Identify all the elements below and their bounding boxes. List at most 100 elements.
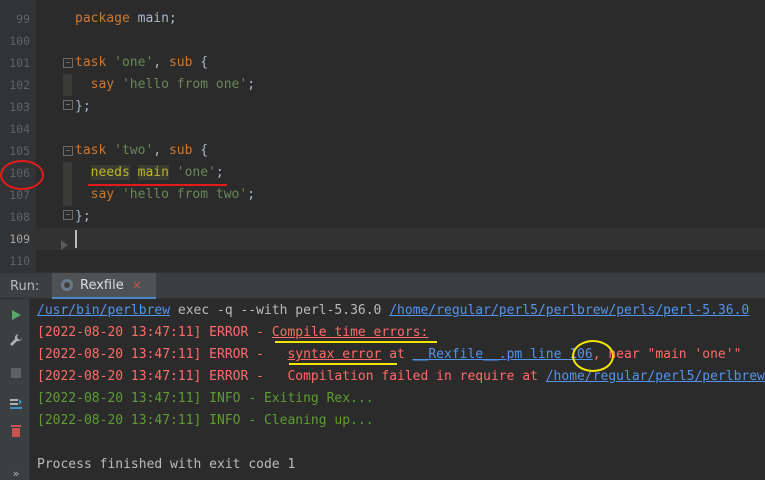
fold-close-icon[interactable]: −: [63, 210, 73, 220]
red-underline-annotation: [88, 184, 227, 186]
indent-guide: [63, 74, 72, 96]
code-token: ;: [247, 187, 256, 202]
keyword-token: say: [90, 187, 115, 202]
breadcrumb-arrow-icon: [61, 240, 68, 250]
string-token: 'one': [176, 165, 216, 180]
console-text: syntax error: [287, 347, 382, 362]
wrench-icon[interactable]: [8, 332, 24, 348]
code-line[interactable]: task 'one', sub {: [75, 52, 208, 74]
code-token: };: [75, 209, 91, 224]
red-circle-annotation: [0, 160, 44, 190]
sort-icon[interactable]: [8, 396, 24, 412]
trash-icon[interactable]: [8, 423, 24, 439]
console-text: , near "main 'one'": [592, 347, 742, 362]
console-link[interactable]: /home/regular/perl5/perlbrew: [546, 369, 765, 384]
keyword-token: sub: [168, 143, 193, 158]
line-number[interactable]: 104: [0, 118, 36, 140]
yellow-underline-annotation: [275, 341, 437, 343]
console-text: [2022-08-20 13:47:11] ERROR -: [37, 347, 288, 362]
string-token: 'hello from two': [121, 187, 248, 202]
console-text: exec -q --with perl-5.36.0: [170, 303, 390, 318]
fold-open-icon[interactable]: −: [63, 58, 73, 68]
run-label: Run:: [10, 279, 40, 294]
yellow-underline-annotation: [289, 363, 397, 365]
console-link[interactable]: __Rexfile__.pm line 106: [413, 347, 593, 362]
more-icon[interactable]: »: [8, 465, 24, 480]
code-token: {: [192, 55, 209, 70]
code-line[interactable]: };: [75, 206, 91, 228]
console-text: [2022-08-20 13:47:11] INFO - Exiting Rex…: [37, 391, 374, 406]
console-text: [2022-08-20 13:47:11] INFO - Cleaning up…: [37, 413, 374, 428]
string-token: 'one': [114, 55, 154, 70]
console-line: [2022-08-20 13:47:11] ERROR - Compilatio…: [37, 366, 765, 388]
run-toolbar: »: [0, 299, 30, 480]
code-line[interactable]: task 'two', sub {: [75, 140, 208, 162]
code-line[interactable]: };: [75, 96, 91, 118]
console-line: Process finished with exit code 1: [37, 454, 295, 476]
close-icon[interactable]: ×: [132, 278, 142, 292]
code-line[interactable]: package main;: [75, 8, 177, 30]
highlighted-token: needs: [90, 165, 130, 180]
code-token: ,: [153, 55, 169, 70]
console-text: [2022-08-20 13:47:11] ERROR -: [37, 325, 272, 340]
code-editor[interactable]: 99 100 101 102 103 104 105 106 107 108 109 110 pack…: [0, 0, 765, 272]
console-line: [2022-08-20 13:47:11] INFO - Exiting Rex…: [37, 388, 374, 410]
line-number[interactable]: 99: [0, 8, 36, 30]
code-token: ;: [247, 77, 256, 92]
run-panel-header: Run: Rexfile ×: [0, 272, 765, 300]
keyword-token: task: [75, 143, 107, 158]
fold-open-icon[interactable]: −: [63, 146, 73, 156]
line-number[interactable]: 110: [0, 250, 36, 272]
play-icon[interactable]: [8, 307, 24, 323]
line-number[interactable]: 102: [0, 74, 36, 96]
code-token: main;: [129, 11, 177, 26]
perl-file-icon: [61, 279, 73, 291]
code-token: ;: [215, 165, 224, 180]
indent-guide: [63, 162, 72, 206]
code-token: ,: [153, 143, 169, 158]
console-output[interactable]: /usr/bin/perlbrew exec -q --with perl-5.…: [31, 299, 765, 480]
line-number[interactable]: 105: [0, 140, 36, 162]
console-text: at: [381, 347, 413, 362]
console-link[interactable]: /home/regular/perl5/perlbrew/perls/perl-…: [389, 303, 749, 318]
code-token: {: [192, 143, 209, 158]
code-line[interactable]: say 'hello from two';: [75, 184, 255, 206]
line-number[interactable]: 108: [0, 206, 36, 228]
highlighted-token: main: [137, 165, 169, 180]
fold-close-icon[interactable]: −: [63, 100, 73, 110]
keyword-token: task: [75, 55, 107, 70]
console-text: Compile time errors:: [271, 325, 429, 340]
string-token: 'two': [114, 143, 154, 158]
code-line[interactable]: say 'hello from one';: [75, 74, 255, 96]
current-line-highlight: [36, 228, 765, 250]
string-token: 'hello from one': [121, 77, 248, 92]
console-text: Process finished with exit code 1: [37, 457, 296, 472]
console-line: [2022-08-20 13:47:11] INFO - Cleaning up…: [37, 410, 374, 432]
line-number[interactable]: 109: [0, 228, 36, 250]
tab-rexfile[interactable]: Rexfile ×: [52, 273, 156, 300]
keyword-token: package: [75, 11, 130, 26]
stop-icon[interactable]: [8, 365, 24, 381]
line-number[interactable]: 103: [0, 96, 36, 118]
console-text: [2022-08-20 13:47:11] ERROR - Compilatio…: [37, 369, 546, 384]
line-number[interactable]: 100: [0, 30, 36, 52]
tab-label: Rexfile: [80, 277, 124, 293]
console-link[interactable]: /usr/bin/perlbrew: [37, 303, 170, 318]
line-number[interactable]: 101: [0, 52, 36, 74]
keyword-token: sub: [168, 55, 193, 70]
line-number-gutter[interactable]: 99 100 101 102 103 104 105 106 107 108 109 110: [0, 0, 36, 272]
code-line[interactable]: needs main 'one';: [75, 162, 224, 184]
keyword-token: say: [90, 77, 115, 92]
text-caret: [75, 230, 77, 248]
code-token: };: [75, 99, 91, 114]
console-line: /usr/bin/perlbrew exec -q --with perl-5.…: [37, 300, 749, 322]
